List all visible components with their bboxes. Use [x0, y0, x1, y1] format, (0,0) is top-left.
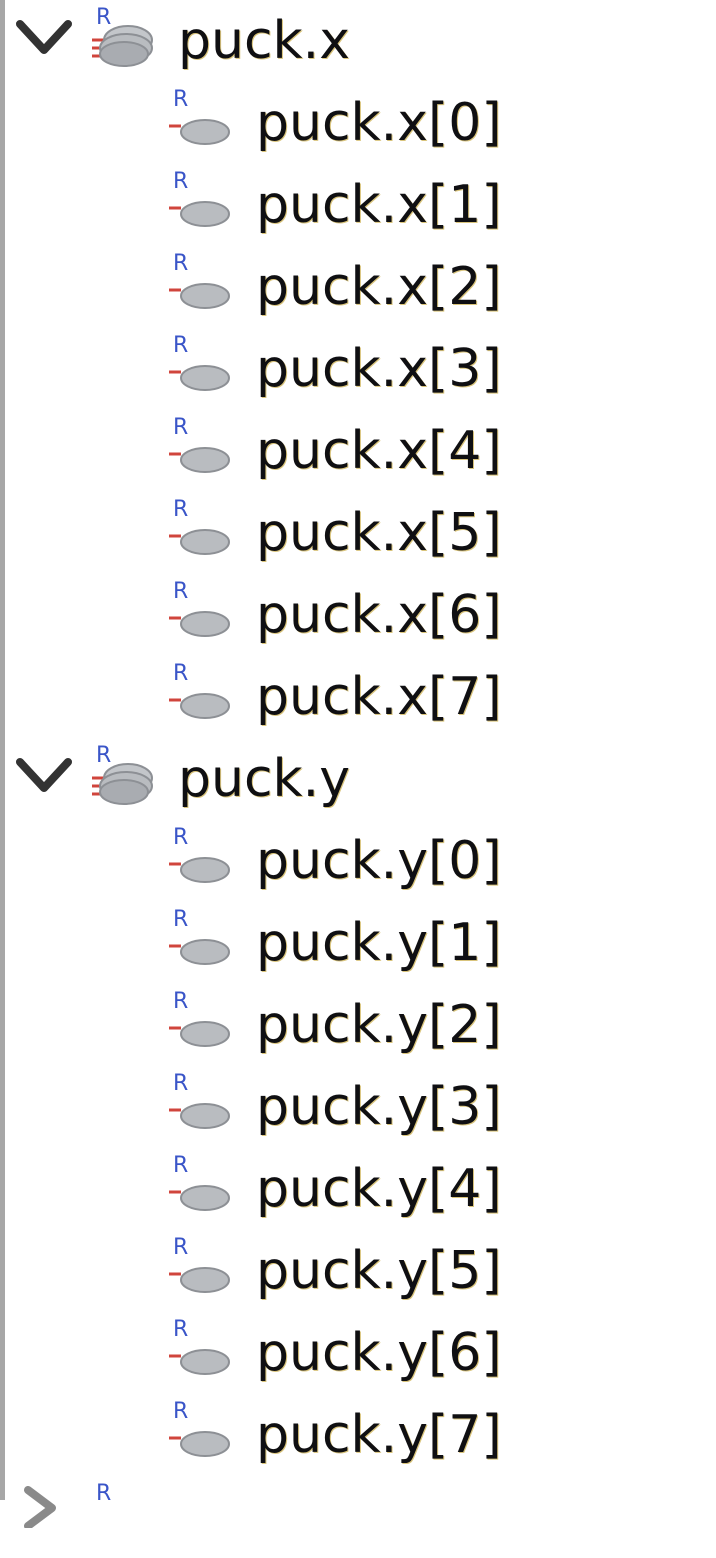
svg-text:R: R — [173, 907, 188, 932]
tree-item-label: puck.y[0] — [256, 831, 502, 891]
register-icon: R — [165, 84, 235, 156]
register-icon: R — [165, 658, 235, 730]
tree-item[interactable]: R puck.x[7] — [0, 656, 716, 738]
register-icon: R — [165, 1150, 235, 1222]
tree-item-label: puck.x[6] — [256, 585, 502, 645]
register-icon: R — [165, 986, 235, 1058]
tree-item-label: puck.y[1] — [256, 913, 502, 973]
chevron-down-icon[interactable] — [14, 18, 74, 60]
register-icon: R — [165, 1314, 235, 1386]
register-icon: R — [90, 1478, 160, 1550]
tree-item[interactable]: R puck.y[7] — [0, 1394, 716, 1476]
tree-item-label: puck.x[1] — [256, 175, 502, 235]
tree-item[interactable]: R puck.x[0] — [0, 82, 716, 164]
tree-item[interactable]: R puck.x[5] — [0, 492, 716, 574]
tree-item[interactable]: R puck.y[2] — [0, 984, 716, 1066]
register-icon: R — [165, 330, 235, 402]
svg-text:R: R — [173, 333, 188, 358]
svg-text:R: R — [173, 169, 188, 194]
svg-text:R: R — [173, 661, 188, 686]
chevron-right-icon[interactable] — [14, 1486, 74, 1528]
tree-group-partial[interactable]: R — [0, 1476, 716, 1558]
register-icon: R — [165, 166, 235, 238]
svg-text:R: R — [96, 5, 111, 30]
tree-item-label: puck.x[5] — [256, 503, 502, 563]
tree-item-label: puck.y[5] — [256, 1241, 502, 1301]
tree-group-puck-y[interactable]: R puck.y — [0, 738, 716, 820]
tree-item[interactable]: R puck.y[1] — [0, 902, 716, 984]
tree-group-puck-x[interactable]: R puck.x — [0, 0, 716, 82]
register-array-icon: R — [90, 740, 160, 812]
svg-text:R: R — [173, 251, 188, 276]
tree-group-label: puck.y — [178, 749, 350, 809]
tree-item-label: puck.x[3] — [256, 339, 502, 399]
tree-item-label: puck.x[7] — [256, 667, 502, 727]
svg-text:R: R — [173, 825, 188, 850]
register-icon: R — [165, 1232, 235, 1304]
register-icon: R — [165, 248, 235, 320]
svg-text:R: R — [173, 1399, 188, 1424]
register-icon: R — [165, 412, 235, 484]
chevron-down-icon[interactable] — [14, 756, 74, 798]
tree-item[interactable]: R puck.y[3] — [0, 1066, 716, 1148]
variable-tree: R puck.x R puck.x[0] R puck.x[1] R puck.… — [0, 0, 716, 1528]
svg-text:R: R — [173, 1317, 188, 1342]
register-icon: R — [165, 576, 235, 648]
svg-text:R: R — [96, 743, 111, 768]
register-icon: R — [165, 822, 235, 894]
svg-text:R: R — [173, 1071, 188, 1096]
tree-item-label: puck.x[2] — [256, 257, 502, 317]
register-icon: R — [165, 494, 235, 566]
svg-text:R: R — [173, 87, 188, 112]
tree-group-label: puck.x — [178, 11, 350, 71]
svg-text:R: R — [173, 1235, 188, 1260]
register-icon: R — [165, 1396, 235, 1468]
svg-text:R: R — [173, 1153, 188, 1178]
tree-item-label: puck.y[7] — [256, 1405, 502, 1465]
tree-item[interactable]: R puck.x[6] — [0, 574, 716, 656]
tree-item[interactable]: R puck.y[5] — [0, 1230, 716, 1312]
tree-item-label: puck.y[2] — [256, 995, 502, 1055]
tree-item[interactable]: R puck.y[6] — [0, 1312, 716, 1394]
svg-text:R: R — [173, 989, 188, 1014]
register-array-icon: R — [90, 2, 160, 74]
register-icon: R — [165, 904, 235, 976]
svg-text:R: R — [173, 579, 188, 604]
tree-item-label: puck.y[4] — [256, 1159, 502, 1219]
tree-item[interactable]: R puck.x[3] — [0, 328, 716, 410]
tree-item[interactable]: R puck.y[4] — [0, 1148, 716, 1230]
svg-text:R: R — [173, 497, 188, 522]
tree-item[interactable]: R puck.x[2] — [0, 246, 716, 328]
svg-text:R: R — [173, 415, 188, 440]
tree-item[interactable]: R puck.x[1] — [0, 164, 716, 246]
tree-item[interactable]: R puck.y[0] — [0, 820, 716, 902]
tree-item-label: puck.x[0] — [256, 93, 502, 153]
tree-item[interactable]: R puck.x[4] — [0, 410, 716, 492]
svg-text:R: R — [96, 1481, 111, 1506]
tree-item-label: puck.y[3] — [256, 1077, 502, 1137]
tree-item-label: puck.y[6] — [256, 1323, 502, 1383]
register-icon: R — [165, 1068, 235, 1140]
tree-item-label: puck.x[4] — [256, 421, 502, 481]
